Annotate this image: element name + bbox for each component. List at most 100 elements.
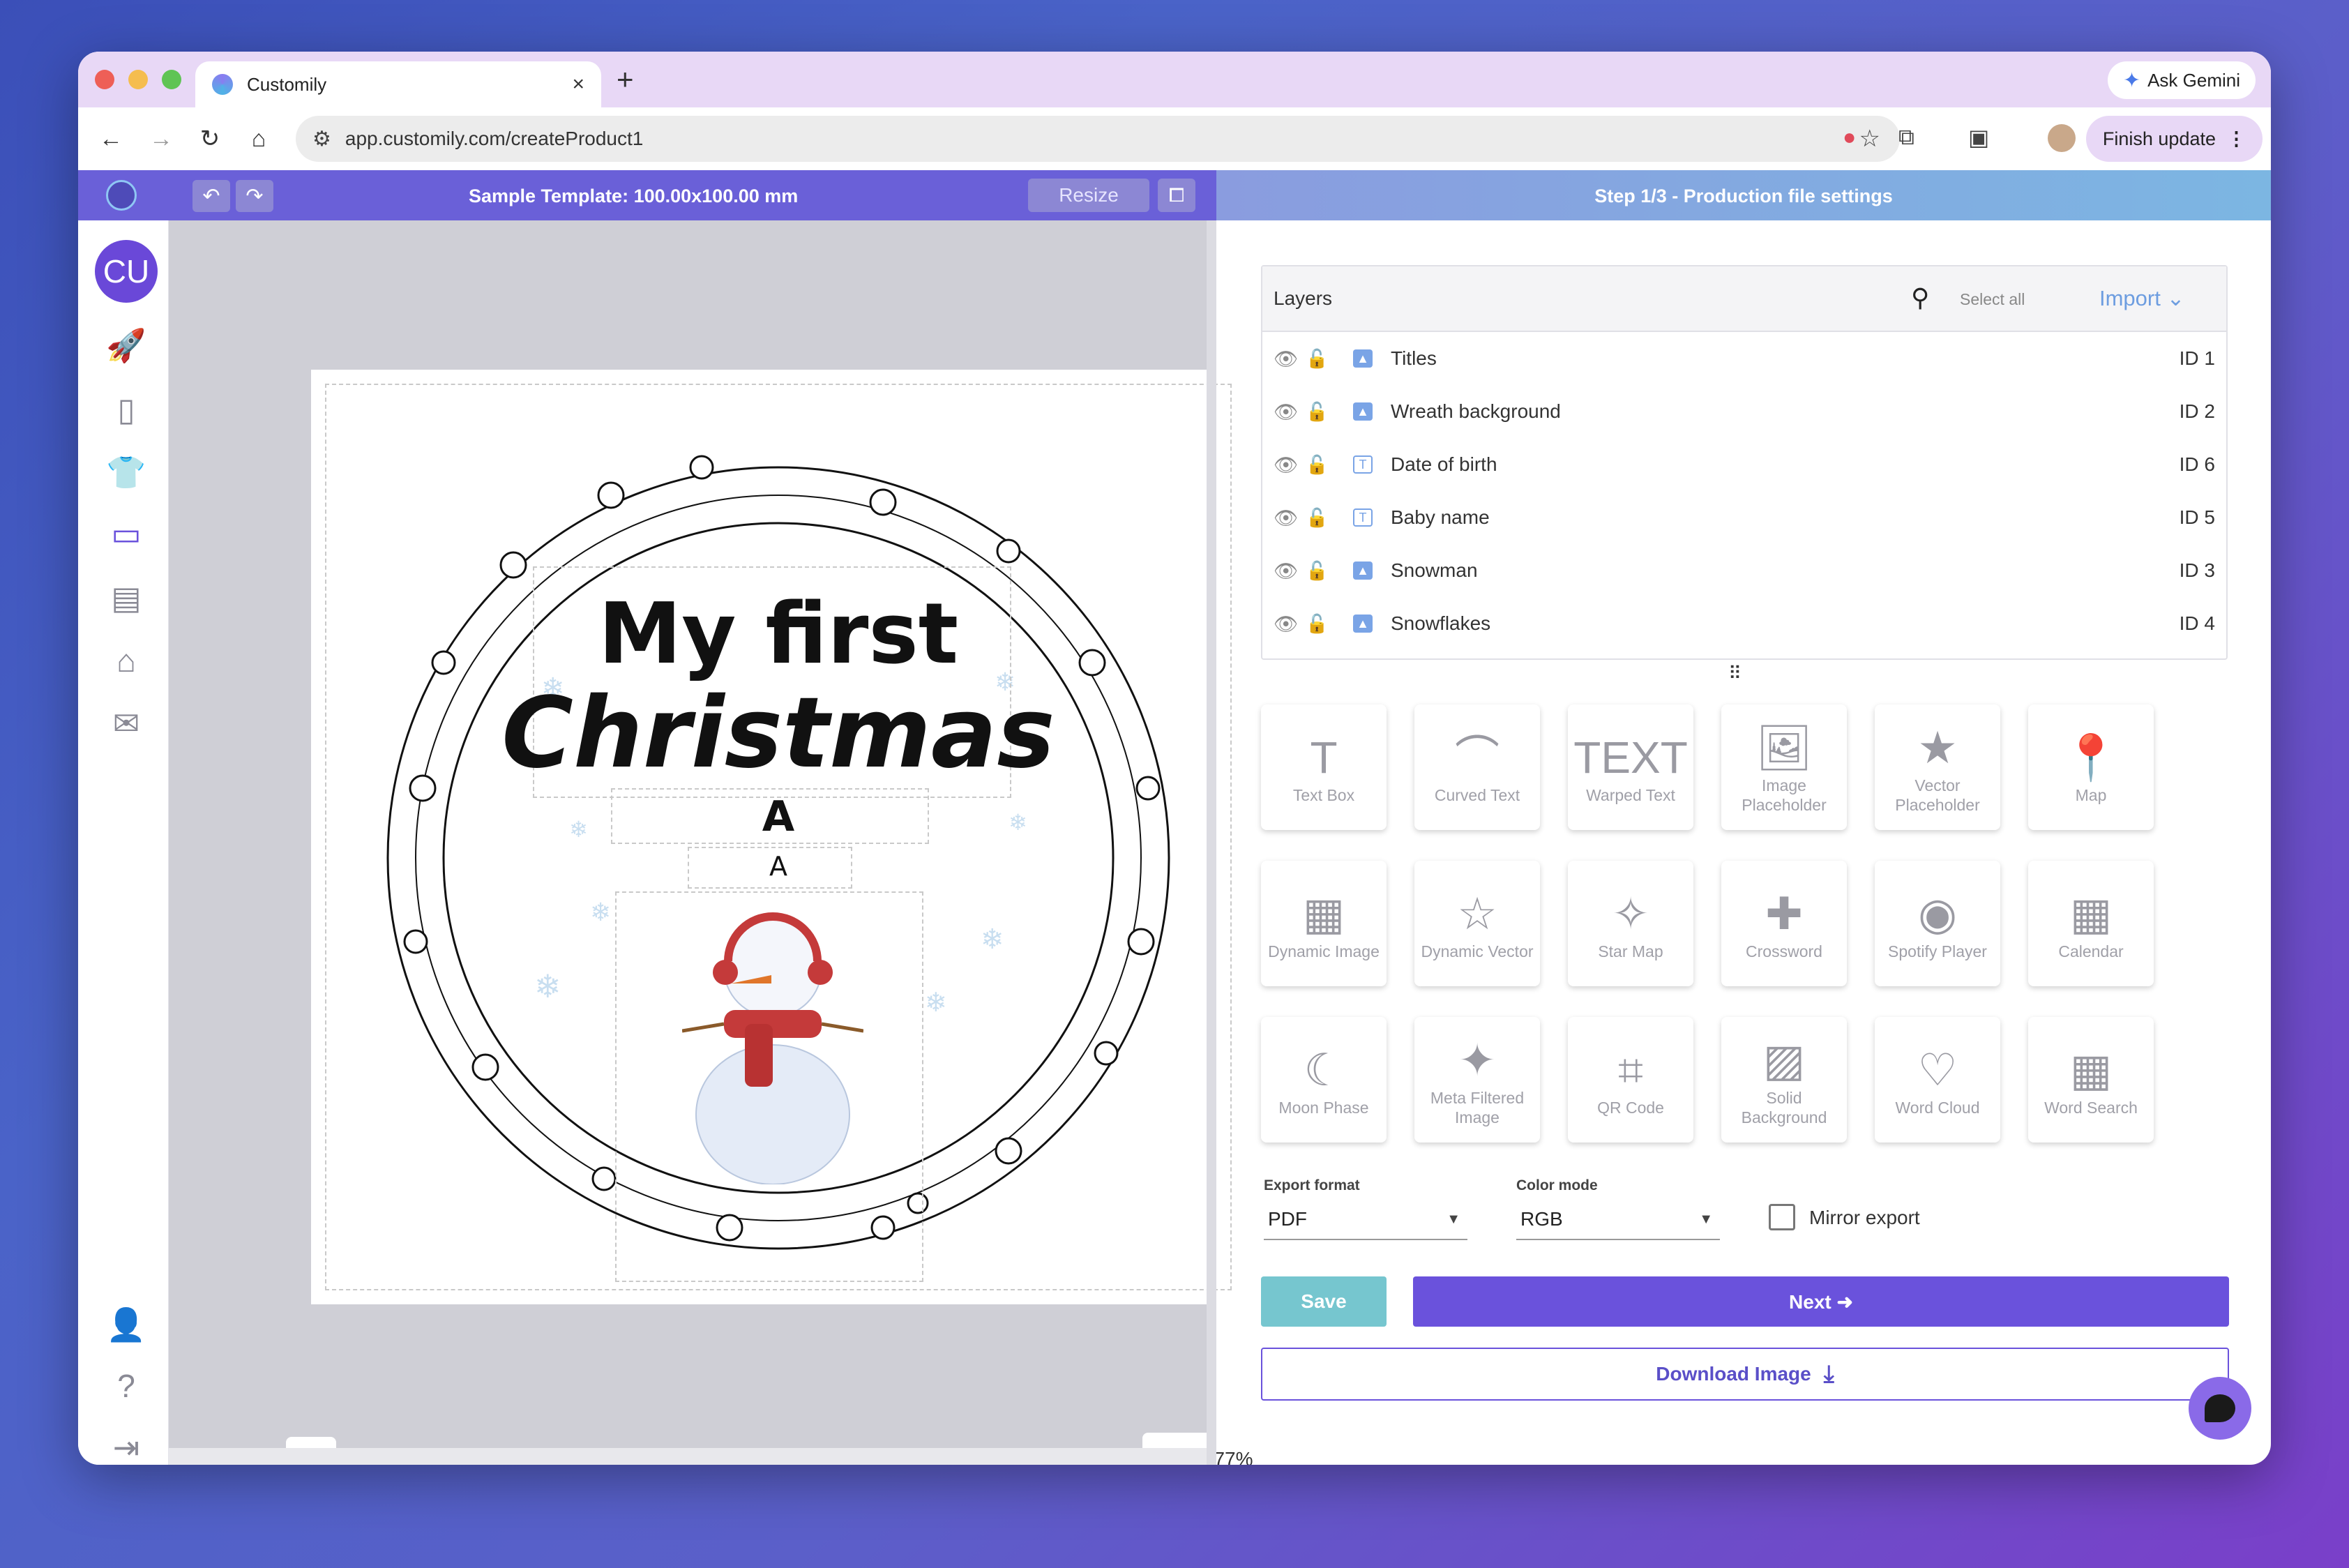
layer-row[interactable]: 👁 🔓 ▲ Snowman ID 3 — [1262, 544, 2226, 597]
visibility-eye-icon[interactable]: 👁 — [1274, 453, 1299, 476]
document-icon[interactable]: ▯ — [105, 388, 148, 431]
visibility-eye-icon[interactable]: 👁 — [1274, 347, 1299, 370]
horizontal-scrollbar[interactable] — [169, 1448, 1207, 1465]
design-canvas[interactable]: ❄ ❄ ❄ ❄ ❄ ❄ ❄ ❄ My first Christmas A A — [311, 370, 1246, 1304]
design-canvas-area: ❄ ❄ ❄ ❄ ❄ ❄ ❄ ❄ My first Christmas A A 1… — [169, 220, 1282, 1465]
minimize-window-button[interactable] — [128, 70, 148, 89]
finish-update-button[interactable]: Finish update ⋮ — [2085, 116, 2263, 162]
profile-avatar[interactable] — [2048, 124, 2076, 152]
store-icon[interactable]: ⌂ — [105, 639, 148, 682]
color-mode-label: Color mode — [1516, 1177, 1598, 1193]
user-avatar[interactable]: CU — [95, 240, 158, 303]
bookmark-star-icon[interactable]: ☆ — [1859, 125, 1880, 153]
import-dropdown[interactable]: Import ⌄ — [2099, 286, 2184, 311]
fit-view-icon[interactable]: ⧠ — [1158, 179, 1195, 212]
meta-filtered-image-icon: ✦ — [1458, 1035, 1496, 1085]
unlock-icon[interactable]: 🔓 — [1306, 613, 1328, 635]
tool-dynamic-image[interactable]: ▦ Dynamic Image — [1261, 861, 1387, 986]
solid-background-icon: ▨ — [1762, 1035, 1806, 1085]
tool-star-map[interactable]: ✧ Star Map — [1568, 861, 1693, 986]
next-button[interactable]: Next ➜ — [1413, 1276, 2229, 1327]
maximize-window-button[interactable] — [162, 70, 181, 89]
layer-id: ID 5 — [2179, 506, 2215, 528]
redo-button[interactable]: ↷ — [236, 180, 273, 212]
image-layer-icon: ▲ — [1353, 615, 1373, 633]
color-mode-select[interactable]: RGB ▼ — [1516, 1200, 1720, 1240]
visibility-eye-icon[interactable]: 👁 — [1274, 506, 1299, 529]
close-window-button[interactable] — [95, 70, 114, 89]
word-search-icon: ▦ — [2069, 1045, 2113, 1095]
unlock-icon[interactable]: 🔓 — [1306, 560, 1328, 582]
save-button[interactable]: Save — [1261, 1276, 1387, 1327]
extension-strawberry-icon[interactable]: ● — [1843, 124, 1856, 150]
layer-id: ID 4 — [2179, 612, 2215, 634]
layer-row[interactable]: 👁 🔓 ▲ Titles ID 1 — [1262, 332, 2226, 385]
customily-logo-icon[interactable] — [106, 180, 137, 211]
designer-icon[interactable]: ▭ — [105, 512, 148, 555]
layer-row[interactable]: 👁 🔓 ▲ Snowflakes ID 4 — [1262, 597, 2226, 650]
export-format-select[interactable]: PDF ▼ — [1264, 1200, 1467, 1240]
tool-calendar[interactable]: ▦ Calendar — [2028, 861, 2154, 986]
reload-icon[interactable]: ↻ — [191, 120, 229, 158]
browser-tab[interactable]: Customily × — [195, 61, 601, 107]
layer-row[interactable]: 👁 🔓 T Baby name ID 5 — [1262, 491, 2226, 544]
moon-phase-icon: ☾ — [1304, 1045, 1344, 1095]
tool-crossword[interactable]: ✚ Crossword — [1721, 861, 1847, 986]
select-all-link[interactable]: Select all — [1960, 290, 2025, 309]
panel-divider[interactable] — [1207, 220, 1216, 1465]
visibility-eye-icon[interactable]: 👁 — [1274, 400, 1299, 423]
help-icon[interactable]: ? — [105, 1364, 148, 1408]
tshirt-icon[interactable]: 👕 — [105, 451, 148, 494]
layers-panel: Layers ⚲ Select all Import ⌄ 👁 🔓 ▲ Titles ID… — [1261, 265, 2228, 660]
tool-vector-placeholder[interactable]: ★ Vector Placeholder — [1875, 704, 2000, 830]
extensions-puzzle-icon[interactable]: ⧉ — [1898, 124, 1914, 151]
forward-icon[interactable]: → — [142, 120, 180, 158]
logout-icon[interactable]: ⇥ — [105, 1426, 148, 1465]
tool-image-placeholder[interactable]: 🖼 Image Placeholder — [1721, 704, 1847, 830]
download-image-button[interactable]: Download Image ⤓ — [1261, 1348, 2229, 1401]
undo-button[interactable]: ↶ — [192, 180, 230, 212]
ask-gemini-button[interactable]: ✦ Ask Gemini — [2107, 61, 2256, 99]
tool-map[interactable]: 📍 Map — [2028, 704, 2154, 830]
user-settings-icon[interactable]: 👤 — [105, 1303, 148, 1346]
tool-word-cloud[interactable]: ♡ Word Cloud — [1875, 1017, 2000, 1143]
tool-moon-phase[interactable]: ☾ Moon Phase — [1261, 1017, 1387, 1143]
layer-row[interactable]: 👁 🔓 T Date of birth ID 6 — [1262, 438, 2226, 491]
site-settings-icon[interactable]: ⚙ — [312, 127, 331, 151]
tool-qr-code[interactable]: ⌗ QR Code — [1568, 1017, 1693, 1143]
step-header: Step 1/3 - Production file settings — [1216, 170, 2271, 220]
unlock-icon[interactable]: 🔓 — [1306, 454, 1328, 476]
mirror-export-checkbox[interactable] — [1769, 1204, 1795, 1230]
layer-name: Titles — [1391, 347, 1437, 369]
tool-spotify-player[interactable]: ◉ Spotify Player — [1875, 861, 2000, 986]
layers-search-icon[interactable]: ⚲ — [1911, 283, 1929, 312]
resize-button[interactable]: Resize — [1028, 179, 1149, 212]
unlock-icon[interactable]: 🔓 — [1306, 507, 1328, 529]
tool-curved-text[interactable]: ⌒ Curved Text — [1414, 704, 1540, 830]
layer-row[interactable]: 👁 🔓 ▲ Wreath background ID 2 — [1262, 385, 2226, 438]
tab-search-icon[interactable]: ▣ — [1968, 124, 1989, 151]
home-icon[interactable]: ⌂ — [240, 120, 278, 158]
unlock-icon[interactable]: 🔓 — [1306, 401, 1328, 423]
address-bar[interactable]: ⚙ app.customily.com/createProduct1 ☆ — [296, 116, 1900, 162]
tool-solid-background[interactable]: ▨ Solid Background — [1721, 1017, 1847, 1143]
tool-text-box[interactable]: T Text Box — [1261, 704, 1387, 830]
inbox-icon[interactable]: ✉ — [105, 702, 148, 745]
new-tab-button[interactable]: + — [617, 63, 634, 96]
layer-list: 👁 🔓 ▲ Titles ID 1 👁 🔓 ▲ Wreath background ID 2 👁 🔓 T… — [1262, 332, 2226, 650]
book-icon[interactable]: ▤ — [105, 576, 148, 619]
tool-dynamic-vector[interactable]: ☆ Dynamic Vector — [1414, 861, 1540, 986]
drag-handle-icon[interactable]: ⠿ — [1728, 663, 1743, 684]
tab-bar: Customily × + ✦ Ask Gemini — [78, 52, 2271, 107]
back-icon[interactable]: ← — [92, 120, 130, 158]
tool-meta-filtered-image[interactable]: ✦ Meta Filtered Image — [1414, 1017, 1540, 1143]
tool-word-search[interactable]: ▦ Word Search — [2028, 1017, 2154, 1143]
visibility-eye-icon[interactable]: 👁 — [1274, 612, 1299, 635]
chat-support-button[interactable] — [2189, 1377, 2251, 1440]
rocket-icon[interactable]: 🚀 — [105, 324, 148, 367]
tool-warped-text[interactable]: TEXT Warped Text — [1568, 704, 1693, 830]
dynamic-vector-icon: ☆ — [1457, 889, 1497, 939]
tab-close-icon[interactable]: × — [572, 73, 584, 96]
unlock-icon[interactable]: 🔓 — [1306, 348, 1328, 370]
visibility-eye-icon[interactable]: 👁 — [1274, 559, 1299, 582]
